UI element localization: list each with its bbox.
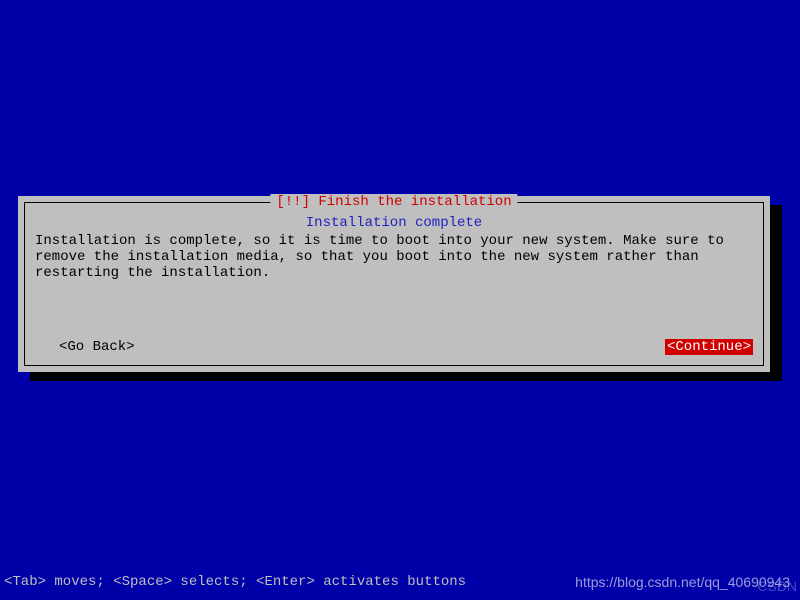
corner-brand: CSDN xyxy=(757,578,797,594)
go-back-button[interactable]: <Go Back> xyxy=(57,339,137,355)
continue-button[interactable]: <Continue> xyxy=(665,339,753,355)
dialog-subtitle: Installation complete xyxy=(35,215,753,231)
status-bar-hint: <Tab> moves; <Space> selects; <Enter> ac… xyxy=(4,574,466,590)
dialog: [!!] Finish the installation Installatio… xyxy=(18,196,770,372)
dialog-frame: [!!] Finish the installation Installatio… xyxy=(24,202,764,366)
dialog-button-row: <Go Back> <Continue> xyxy=(35,339,753,355)
dialog-body-text: Installation is complete, so it is time … xyxy=(35,233,753,281)
dialog-title: [!!] Finish the installation xyxy=(270,194,517,210)
